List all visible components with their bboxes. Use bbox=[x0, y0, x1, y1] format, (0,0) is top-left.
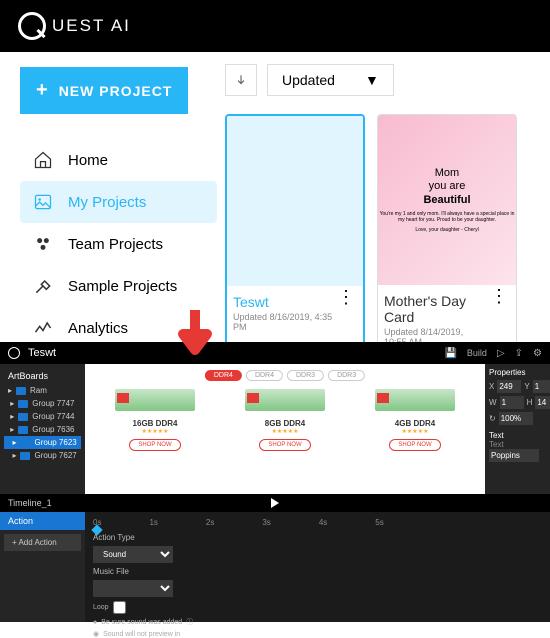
shop-now-button[interactable]: SHOP NOW bbox=[129, 439, 180, 451]
timeline-ruler: 0s1s2s3s4s5s bbox=[93, 516, 542, 529]
card-thumbnail bbox=[227, 116, 363, 286]
filter-pill[interactable]: DDR3 bbox=[328, 370, 365, 381]
folder-icon bbox=[18, 426, 28, 434]
ram-image bbox=[375, 389, 455, 411]
hammer-icon bbox=[32, 275, 54, 297]
timeline-name: Timeline_1 bbox=[8, 498, 52, 508]
image-icon bbox=[32, 191, 54, 213]
editor-logo-icon bbox=[8, 347, 20, 359]
sidebar-item-home[interactable]: Home bbox=[20, 139, 217, 181]
star-rating-icon: ★★★★★ bbox=[360, 428, 470, 435]
brand-logo: UEST AI bbox=[18, 12, 131, 40]
prop-pct-input[interactable] bbox=[499, 412, 533, 425]
artboards-panel: ArtBoards ▸ Ram ▸ Group 7747 ▸ Group 774… bbox=[0, 364, 85, 494]
project-cards: Teswt Updated 8/16/2019, 4:35 PM ⋮ Momyo… bbox=[225, 114, 540, 356]
music-file-select[interactable] bbox=[93, 580, 173, 597]
folder-icon bbox=[16, 387, 26, 395]
timeline-panel: Action + Add Action 0s1s2s3s4s5s Action … bbox=[0, 512, 550, 622]
save-icon[interactable]: 💾 bbox=[444, 348, 456, 359]
folder-icon bbox=[18, 400, 28, 408]
action-tab[interactable]: Action bbox=[0, 512, 85, 530]
card-thumbnail: Momyou areBeautiful You're my 1 and only… bbox=[378, 115, 516, 285]
tree-item[interactable]: ▸ Group 7636 bbox=[4, 423, 81, 436]
content-area: Updated ▼ Teswt Updated 8/16/2019, 4:35 … bbox=[225, 52, 550, 342]
sidebar: + NEW PROJECT Home My Projects Team Proj… bbox=[0, 52, 225, 342]
star-rating-icon: ★★★★★ bbox=[230, 428, 340, 435]
card-menu-button[interactable]: ⋮ bbox=[488, 293, 510, 300]
action-type-select[interactable]: Sound bbox=[93, 546, 173, 563]
editor-top-bar: Teswt 💾 Build ▷ ⇪ ⚙ bbox=[0, 342, 550, 364]
prop-y-input[interactable] bbox=[533, 380, 550, 393]
play-icon[interactable]: ▷ bbox=[497, 348, 505, 359]
gear-icon[interactable]: ⚙ bbox=[533, 348, 542, 359]
editor-window: Teswt 💾 Build ▷ ⇪ ⚙ ArtBoards ▸ Ram ▸ Gr… bbox=[0, 342, 550, 622]
tree-item[interactable]: ▸ Group 7744 bbox=[4, 410, 81, 423]
sidebar-item-my-projects[interactable]: My Projects bbox=[20, 181, 217, 223]
prop-x-input[interactable] bbox=[497, 380, 521, 393]
tree-item[interactable]: ▸ Group 7747 bbox=[4, 397, 81, 410]
star-rating-icon: ★★★★★ bbox=[100, 428, 210, 435]
card-date: Updated 8/16/2019, 4:35 PM bbox=[233, 312, 335, 332]
red-arrow-icon bbox=[175, 310, 215, 360]
product-item: 4GB DDR4 ★★★★★ SHOP NOW bbox=[360, 389, 470, 489]
analytics-icon bbox=[32, 317, 54, 339]
shop-now-button[interactable]: SHOP NOW bbox=[259, 439, 310, 451]
filter-pill[interactable]: DDR4 bbox=[246, 370, 283, 381]
play-bar: Timeline_1 bbox=[0, 494, 550, 512]
new-project-button[interactable]: + NEW PROJECT bbox=[20, 67, 188, 114]
add-action-button[interactable]: + Add Action bbox=[4, 534, 81, 551]
canvas[interactable]: DDR4 DDR4 DDR3 DDR3 16GB DDR4 ★★★★★ SHOP… bbox=[85, 364, 485, 494]
card-title: Teswt bbox=[233, 294, 335, 310]
logo-mark-icon bbox=[18, 12, 46, 40]
arrow-down-icon bbox=[234, 73, 248, 87]
prop-h-input[interactable] bbox=[535, 396, 550, 409]
folder-icon bbox=[18, 413, 28, 421]
folder-icon bbox=[20, 439, 30, 447]
top-bar: UEST AI bbox=[0, 0, 550, 52]
new-project-label: NEW PROJECT bbox=[59, 83, 173, 99]
share-icon[interactable]: ⇪ bbox=[515, 348, 523, 359]
product-item: 8GB DDR4 ★★★★★ SHOP NOW bbox=[230, 389, 340, 489]
sort-direction-button[interactable] bbox=[225, 64, 257, 96]
brand-text: UEST AI bbox=[52, 16, 131, 36]
font-select[interactable] bbox=[489, 449, 539, 462]
filter-pill[interactable]: DDR4 bbox=[205, 370, 242, 381]
filter-pill[interactable]: DDR3 bbox=[287, 370, 324, 381]
plus-icon: + bbox=[36, 79, 49, 102]
loop-checkbox[interactable] bbox=[113, 601, 126, 614]
editor-title: Teswt bbox=[28, 347, 436, 359]
sidebar-item-team-projects[interactable]: Team Projects bbox=[20, 223, 217, 265]
ram-image bbox=[245, 389, 325, 411]
ram-image bbox=[115, 389, 195, 411]
project-card[interactable]: Teswt Updated 8/16/2019, 4:35 PM ⋮ bbox=[225, 114, 365, 356]
tree-item[interactable]: ▸ Ram bbox=[4, 384, 81, 397]
team-icon bbox=[32, 233, 54, 255]
build-button[interactable]: Build bbox=[467, 348, 487, 358]
product-item: 16GB DDR4 ★★★★★ SHOP NOW bbox=[100, 389, 210, 489]
caret-down-icon: ▼ bbox=[365, 72, 379, 88]
folder-icon bbox=[20, 452, 30, 460]
card-title: Mother's Day Card bbox=[384, 293, 488, 325]
chrome-icon: ◉ bbox=[93, 630, 99, 638]
sort-field-select[interactable]: Updated ▼ bbox=[267, 64, 394, 96]
shop-now-button[interactable]: SHOP NOW bbox=[389, 439, 440, 451]
tree-item[interactable]: ▸ Group 7627 bbox=[4, 449, 81, 462]
properties-panel: Properties XY WH ↻ Text Text bbox=[485, 364, 550, 494]
home-icon bbox=[32, 149, 54, 171]
toolbar: Updated ▼ bbox=[225, 64, 540, 96]
project-card[interactable]: Momyou areBeautiful You're my 1 and only… bbox=[377, 114, 517, 356]
sidebar-item-sample-projects[interactable]: Sample Projects bbox=[20, 265, 217, 307]
tree-item[interactable]: ▸ Group 7623 bbox=[4, 436, 81, 449]
card-menu-button[interactable]: ⋮ bbox=[335, 294, 357, 301]
prop-w-input[interactable] bbox=[500, 396, 524, 409]
play-button[interactable] bbox=[271, 498, 279, 508]
